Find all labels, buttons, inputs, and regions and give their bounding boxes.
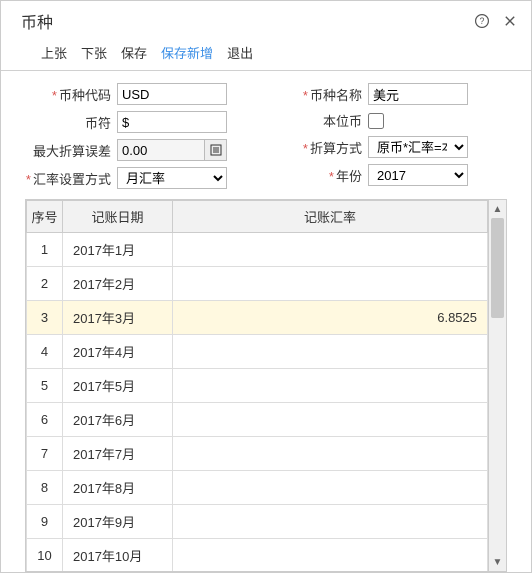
cell-date: 2017年2月	[63, 267, 173, 301]
name-label: *币种名称	[276, 85, 362, 104]
table-row[interactable]: 92017年9月	[27, 505, 488, 539]
cell-date: 2017年9月	[63, 505, 173, 539]
form-col-right: *币种名称 本位币 *折算方式 原币*汇率=本位币 *年份 2017	[276, 83, 507, 189]
cell-rate[interactable]: 6.8525	[173, 301, 488, 335]
table-row[interactable]: 12017年1月	[27, 233, 488, 267]
cell-date: 2017年8月	[63, 471, 173, 505]
form-area: *币种代码 币符 最大折算误差 *汇率设置方式 月汇率	[1, 71, 531, 197]
cell-date: 2017年6月	[63, 403, 173, 437]
save-button[interactable]: 保存	[121, 43, 147, 62]
save-new-button[interactable]: 保存新增	[161, 43, 213, 62]
close-icon[interactable]	[501, 12, 519, 30]
cell-seq: 9	[27, 505, 63, 539]
cell-rate[interactable]	[173, 335, 488, 369]
table-body: 12017年1月22017年2月32017年3月6.852542017年4月52…	[27, 233, 488, 573]
max-err-input[interactable]	[117, 139, 205, 161]
year-select[interactable]: 2017	[368, 164, 468, 186]
cell-rate[interactable]	[173, 471, 488, 505]
table-row[interactable]: 72017年7月	[27, 437, 488, 471]
max-err-spinner	[117, 139, 227, 161]
vertical-scrollbar[interactable]: ▲ ▼	[489, 199, 507, 572]
rate-mode-select[interactable]: 月汇率	[117, 167, 227, 189]
base-checkbox[interactable]	[368, 113, 384, 129]
row-rate-mode: *汇率设置方式 月汇率	[25, 167, 256, 189]
cell-date: 2017年10月	[63, 539, 173, 573]
calc-label: *折算方式	[276, 138, 362, 157]
table-row[interactable]: 62017年6月	[27, 403, 488, 437]
cell-date: 2017年5月	[63, 369, 173, 403]
col-seq: 序号	[27, 201, 63, 233]
cell-seq: 8	[27, 471, 63, 505]
cell-seq: 1	[27, 233, 63, 267]
row-symbol: 币符	[25, 111, 256, 133]
cell-seq: 4	[27, 335, 63, 369]
rate-table-wrap: 序号 记账日期 记账汇率 12017年1月22017年2月32017年3月6.8…	[25, 199, 507, 572]
rate-mode-label: *汇率设置方式	[25, 169, 111, 188]
next-button[interactable]: 下张	[81, 43, 107, 62]
cell-seq: 7	[27, 437, 63, 471]
dialog-header: 币种 ?	[1, 1, 531, 37]
table-header-row: 序号 记账日期 记账汇率	[27, 201, 488, 233]
table-row[interactable]: 82017年8月	[27, 471, 488, 505]
help-icon[interactable]: ?	[473, 12, 491, 30]
svg-text:?: ?	[480, 16, 485, 26]
rate-table: 序号 记账日期 记账汇率 12017年1月22017年2月32017年3月6.8…	[26, 200, 488, 572]
cell-seq: 6	[27, 403, 63, 437]
cell-seq: 2	[27, 267, 63, 301]
toolbar: 上张 下张 保存 保存新增 退出	[1, 37, 531, 71]
cell-rate[interactable]	[173, 539, 488, 573]
currency-dialog: 币种 ? 上张 下张 保存 保存新增 退出 *币种代码 币符	[0, 0, 532, 573]
table-row[interactable]: 22017年2月	[27, 267, 488, 301]
cell-rate[interactable]	[173, 267, 488, 301]
scroll-down-icon[interactable]: ▼	[489, 553, 506, 571]
calc-select[interactable]: 原币*汇率=本位币	[368, 136, 468, 158]
scroll-up-icon[interactable]: ▲	[489, 200, 506, 218]
max-err-label: 最大折算误差	[25, 141, 111, 160]
scrollbar-thumb[interactable]	[491, 218, 504, 318]
cell-date: 2017年1月	[63, 233, 173, 267]
cell-rate[interactable]	[173, 505, 488, 539]
exit-button[interactable]: 退出	[227, 43, 253, 62]
cell-rate[interactable]	[173, 403, 488, 437]
cell-date: 2017年4月	[63, 335, 173, 369]
dialog-header-icons: ?	[473, 12, 519, 30]
cell-date: 2017年7月	[63, 437, 173, 471]
row-max-err: 最大折算误差	[25, 139, 256, 161]
prev-button[interactable]: 上张	[41, 43, 67, 62]
row-year: *年份 2017	[276, 164, 507, 186]
code-label: *币种代码	[25, 85, 111, 104]
symbol-label: 币符	[25, 113, 111, 132]
row-base: 本位币	[276, 111, 507, 130]
table-row[interactable]: 42017年4月	[27, 335, 488, 369]
cell-rate[interactable]	[173, 369, 488, 403]
table-row[interactable]: 52017年5月	[27, 369, 488, 403]
year-label: *年份	[276, 166, 362, 185]
calculator-icon[interactable]	[205, 139, 227, 161]
row-code: *币种代码	[25, 83, 256, 105]
symbol-input[interactable]	[117, 111, 227, 133]
col-date: 记账日期	[63, 201, 173, 233]
row-calc: *折算方式 原币*汇率=本位币	[276, 136, 507, 158]
name-input[interactable]	[368, 83, 468, 105]
rate-table-scroll: 序号 记账日期 记账汇率 12017年1月22017年2月32017年3月6.8…	[25, 199, 489, 572]
base-label: 本位币	[276, 111, 362, 130]
code-input[interactable]	[117, 83, 227, 105]
cell-date: 2017年3月	[63, 301, 173, 335]
cell-rate[interactable]	[173, 437, 488, 471]
cell-seq: 5	[27, 369, 63, 403]
cell-rate[interactable]	[173, 233, 488, 267]
dialog-title: 币种	[21, 9, 53, 33]
scrollbar-track[interactable]	[489, 218, 506, 553]
row-name: *币种名称	[276, 83, 507, 105]
cell-seq: 3	[27, 301, 63, 335]
cell-seq: 10	[27, 539, 63, 573]
table-row[interactable]: 32017年3月6.8525	[27, 301, 488, 335]
col-rate: 记账汇率	[173, 201, 488, 233]
table-row[interactable]: 102017年10月	[27, 539, 488, 573]
form-col-left: *币种代码 币符 最大折算误差 *汇率设置方式 月汇率	[25, 83, 256, 189]
